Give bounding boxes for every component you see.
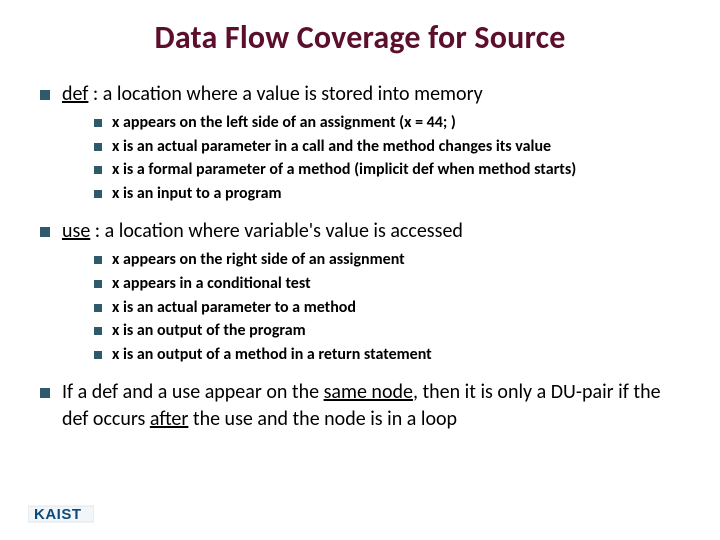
list-item: x is an output of a method in a return s… bbox=[94, 344, 680, 366]
logo-text: KAIST bbox=[34, 506, 82, 523]
list-item: x appears in a conditional test bbox=[94, 273, 680, 295]
list-item: x is an output of the program bbox=[94, 320, 680, 342]
list-item: x is an actual parameter in a call and t… bbox=[94, 136, 680, 158]
kaist-logo: KAIST bbox=[28, 504, 94, 524]
bullet-du-pair: If a def and a use appear on the same no… bbox=[40, 379, 680, 433]
bullet-use: use : a location where variable's value … bbox=[40, 218, 680, 365]
para-underline-same-node: same node bbox=[324, 380, 413, 404]
term-def: def bbox=[62, 82, 88, 106]
para-underline-after: after bbox=[150, 407, 189, 431]
slide-title: Data Flow Coverage for Source bbox=[40, 18, 680, 57]
list-item: x is an actual parameter to a method bbox=[94, 297, 680, 319]
para-pre: If a def and a use appear on the bbox=[62, 380, 324, 404]
def-rest: : a location where a value is stored int… bbox=[88, 82, 482, 106]
bullet-def: def : a location where a value is stored… bbox=[40, 81, 680, 204]
list-item: x appears on the left side of an assignm… bbox=[94, 112, 680, 134]
bullet-list: def : a location where a value is stored… bbox=[40, 81, 680, 433]
term-use: use bbox=[62, 219, 90, 243]
slide: Data Flow Coverage for Source def : a lo… bbox=[0, 0, 720, 540]
list-item: x appears on the right side of an assign… bbox=[94, 249, 680, 271]
list-item: x is a formal parameter of a method (imp… bbox=[94, 159, 680, 181]
def-sublist: x appears on the left side of an assignm… bbox=[62, 112, 680, 204]
list-item: x is an input to a program bbox=[94, 183, 680, 205]
use-rest: : a location where variable's value is a… bbox=[90, 219, 463, 243]
para-mid2: the use and the node is in a loop bbox=[188, 407, 457, 431]
use-sublist: x appears on the right side of an assign… bbox=[62, 249, 680, 365]
